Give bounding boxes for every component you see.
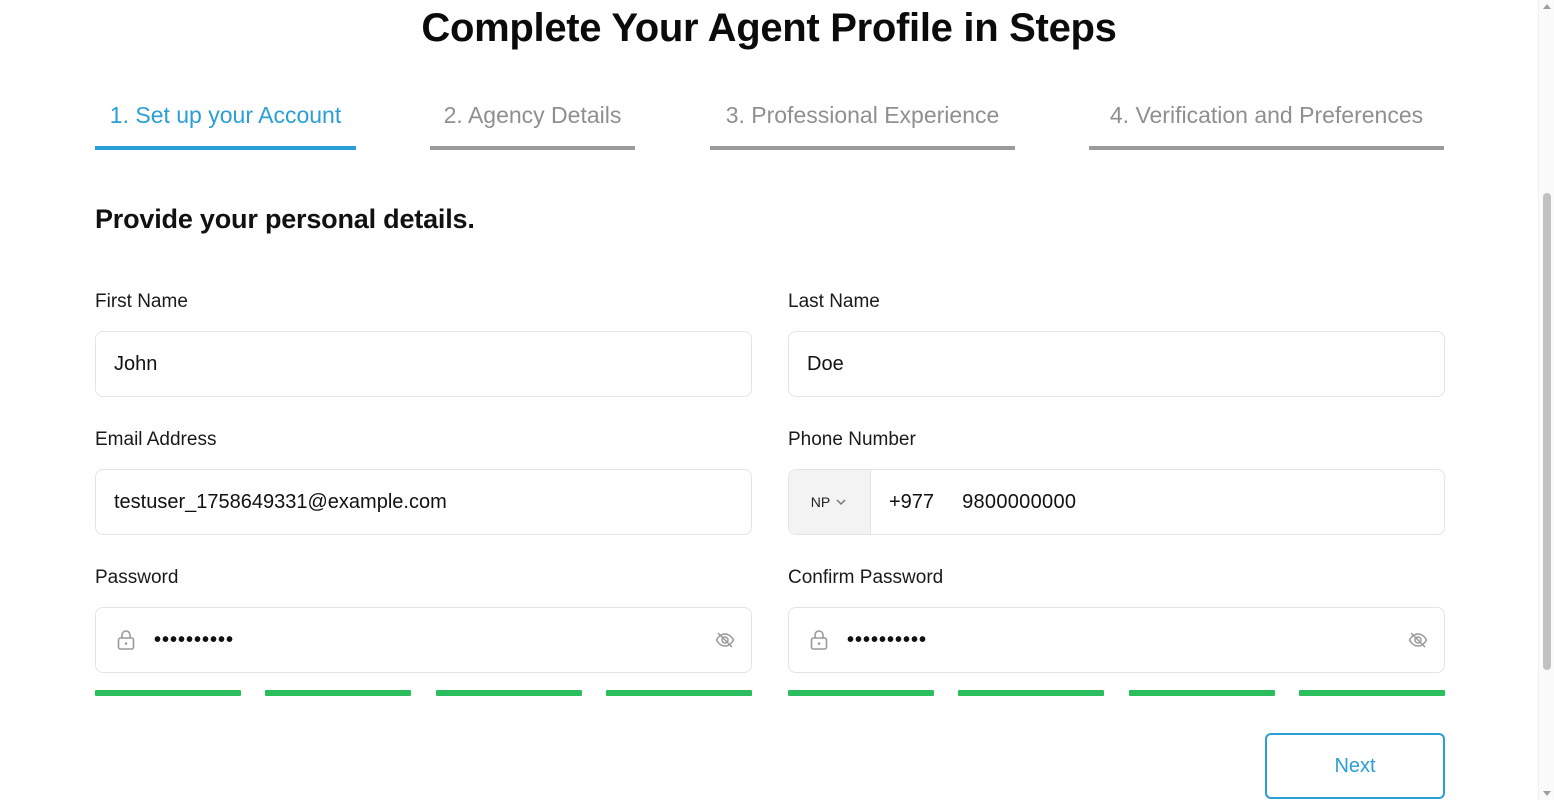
strength-segment <box>788 690 934 696</box>
scrollbar-thumb[interactable] <box>1543 193 1551 670</box>
step-label: 4. Verification and Preferences <box>1109 102 1424 128</box>
last-name-label: Last Name <box>788 291 880 312</box>
email-field[interactable]: testuser_1758649331@example.com <box>95 469 752 535</box>
vertical-scrollbar[interactable] <box>1538 0 1554 800</box>
scroll-down-icon[interactable] <box>1543 791 1551 796</box>
step-label: 2. Agency Details <box>443 102 622 128</box>
scroll-up-icon[interactable] <box>1543 4 1551 9</box>
strength-segment <box>605 690 752 696</box>
confirm-password-field[interactable]: •••••••••• <box>788 607 1445 673</box>
lock-icon <box>117 630 135 650</box>
lock-icon <box>810 630 828 650</box>
first-name-field[interactable]: John <box>95 331 752 397</box>
phone-number-input[interactable]: 9800000000 <box>962 491 1076 514</box>
progress-steps: 1. Set up your Account 2. Agency Details… <box>0 96 1540 152</box>
strength-segment <box>1128 690 1275 696</box>
page-title: Complete Your Agent Profile in Steps <box>421 6 1117 50</box>
password-strength-meter <box>95 690 752 697</box>
tab-set-up-account[interactable]: 1. Set up your Account <box>95 96 356 150</box>
country-code-select[interactable]: NP <box>789 470 871 534</box>
strength-segment <box>95 690 241 696</box>
confirm-password-label: Confirm Password <box>788 567 944 588</box>
last-name-field[interactable]: Doe <box>788 331 1445 397</box>
email-value: testuser_1758649331@example.com <box>114 490 447 513</box>
confirm-password-value: •••••••••• <box>847 628 928 651</box>
strength-segment <box>435 690 582 696</box>
password-field[interactable]: •••••••••• <box>95 607 752 673</box>
dial-code: +977 <box>889 490 935 513</box>
tab-agency-details[interactable]: 2. Agency Details <box>430 96 635 150</box>
password-label: Password <box>95 567 179 588</box>
strength-segment <box>1298 690 1445 696</box>
tab-verification-preferences[interactable]: 4. Verification and Preferences <box>1089 96 1444 150</box>
next-button[interactable]: Next <box>1265 733 1445 799</box>
phone-label: Phone Number <box>788 429 916 450</box>
eye-slash-icon[interactable] <box>715 630 735 650</box>
password-value: •••••••••• <box>154 628 235 651</box>
section-heading: Provide your personal details. <box>95 204 475 234</box>
step-label: 1. Set up your Account <box>109 102 342 128</box>
strength-segment <box>265 690 412 696</box>
step-label: 3. Professional Experience <box>725 102 1000 128</box>
eye-slash-icon[interactable] <box>1408 630 1428 650</box>
first-name-value: John <box>114 352 158 375</box>
last-name-value: Doe <box>807 352 844 375</box>
country-code-value: NP <box>810 494 831 510</box>
phone-field: NP +977 9800000000 <box>788 469 1445 535</box>
email-label: Email Address <box>95 429 217 450</box>
first-name-label: First Name <box>95 291 188 312</box>
strength-segment <box>958 690 1105 696</box>
chevron-down-icon <box>836 499 846 506</box>
confirm-password-strength-meter <box>788 690 1445 697</box>
tab-professional-experience[interactable]: 3. Professional Experience <box>710 96 1015 150</box>
